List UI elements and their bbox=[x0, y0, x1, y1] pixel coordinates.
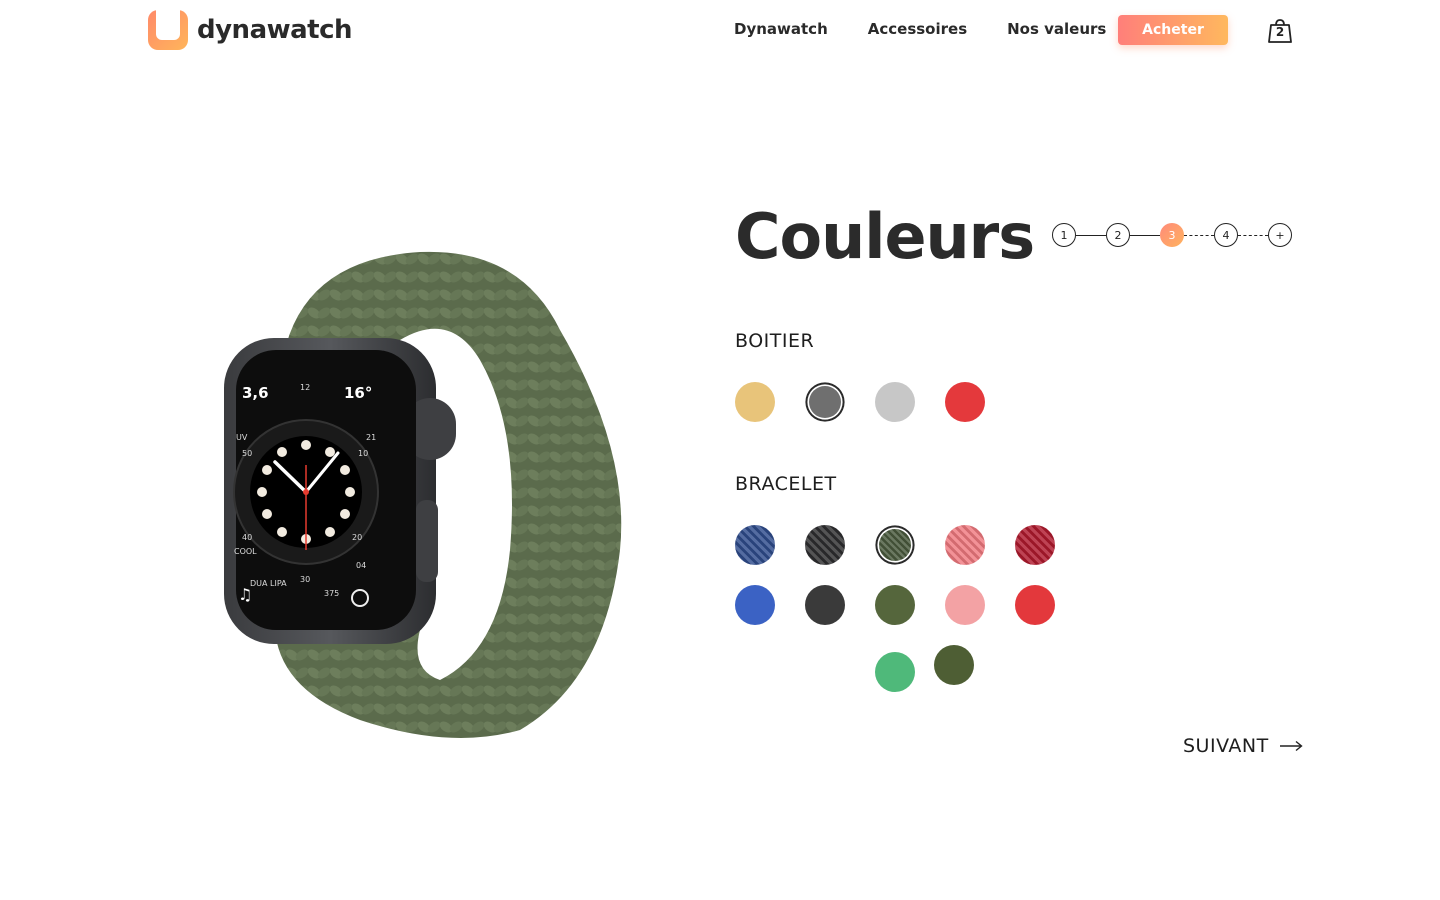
face-label-30: 30 bbox=[300, 575, 310, 584]
cart-count: 2 bbox=[1275, 25, 1285, 39]
step-2[interactable]: 2 bbox=[1106, 223, 1130, 247]
band-section-label: BRACELET bbox=[735, 473, 837, 495]
step-3-active[interactable]: 3 bbox=[1160, 223, 1184, 247]
step-1[interactable]: 1 bbox=[1052, 223, 1076, 247]
product-image-watch: 3,6 16° UV 21 50 10 40 20 30 375 04 12 C… bbox=[220, 250, 640, 740]
face-label-375: 375 bbox=[324, 589, 339, 598]
face-label-cool: COOL bbox=[234, 547, 257, 556]
case-section-label: BOITIER bbox=[735, 330, 815, 352]
band-color-swatch-10[interactable] bbox=[1015, 585, 1055, 625]
face-label-dua-lipa: DUA LIPA bbox=[250, 579, 287, 588]
music-note-icon: ♫ bbox=[238, 585, 252, 604]
band-color-swatch-11[interactable] bbox=[875, 652, 915, 692]
face-label-40: 40 bbox=[242, 533, 252, 542]
nav-item-accessoires[interactable]: Accessoires bbox=[868, 20, 967, 38]
case-color-swatch-3[interactable] bbox=[875, 382, 915, 422]
step-4[interactable]: 4 bbox=[1214, 223, 1238, 247]
case-color-swatch-2[interactable] bbox=[809, 386, 841, 418]
band-color-swatch-9[interactable] bbox=[945, 585, 985, 625]
band-color-swatch-3[interactable] bbox=[879, 529, 911, 561]
main-nav: Dynawatch Accessoires Nos valeurs bbox=[734, 20, 1146, 38]
brand-name: dynawatch bbox=[197, 15, 353, 45]
band-color-swatch-12[interactable] bbox=[934, 645, 974, 685]
brand-logo[interactable]: dynawatch bbox=[148, 10, 353, 50]
band-color-swatch-2[interactable] bbox=[805, 525, 845, 565]
logo-icon bbox=[148, 10, 188, 50]
next-button[interactable]: SUIVANT bbox=[1183, 735, 1303, 757]
band-color-swatch-7[interactable] bbox=[805, 585, 845, 625]
step-connector bbox=[1238, 234, 1268, 236]
case-color-swatch-1[interactable] bbox=[735, 382, 775, 422]
complication-uv-index: 3,6 bbox=[242, 384, 269, 402]
face-label-04: 04 bbox=[356, 561, 366, 570]
arrow-right-icon bbox=[1279, 740, 1303, 752]
face-label-21: 21 bbox=[366, 433, 376, 442]
nav-item-nos-valeurs[interactable]: Nos valeurs bbox=[1007, 20, 1106, 38]
progress-stepper: 1 2 3 4 + bbox=[1052, 223, 1292, 247]
nav-item-dynawatch[interactable]: Dynawatch bbox=[734, 20, 828, 38]
step-connector bbox=[1130, 234, 1160, 236]
buy-button[interactable]: Acheter bbox=[1118, 15, 1228, 45]
page-title: Couleurs bbox=[735, 200, 1035, 273]
face-label-50: 50 bbox=[242, 449, 252, 458]
face-label-20: 20 bbox=[352, 533, 362, 542]
next-label: SUIVANT bbox=[1183, 735, 1269, 757]
case-color-swatch-4[interactable] bbox=[945, 382, 985, 422]
band-color-swatch-6[interactable] bbox=[735, 585, 775, 625]
band-color-swatch-1[interactable] bbox=[735, 525, 775, 565]
band-color-swatch-4[interactable] bbox=[945, 525, 985, 565]
cart-button[interactable]: 2 bbox=[1267, 18, 1293, 44]
step-extra[interactable]: + bbox=[1268, 223, 1292, 247]
step-connector bbox=[1076, 234, 1106, 236]
band-color-swatch-8[interactable] bbox=[875, 585, 915, 625]
complication-temperature: 16° bbox=[344, 384, 372, 402]
step-connector bbox=[1184, 234, 1214, 236]
band-color-swatch-5[interactable] bbox=[1015, 525, 1055, 565]
face-label-uv: UV bbox=[236, 433, 248, 442]
face-label-10: 10 bbox=[358, 449, 368, 458]
face-label-12: 12 bbox=[300, 383, 310, 392]
